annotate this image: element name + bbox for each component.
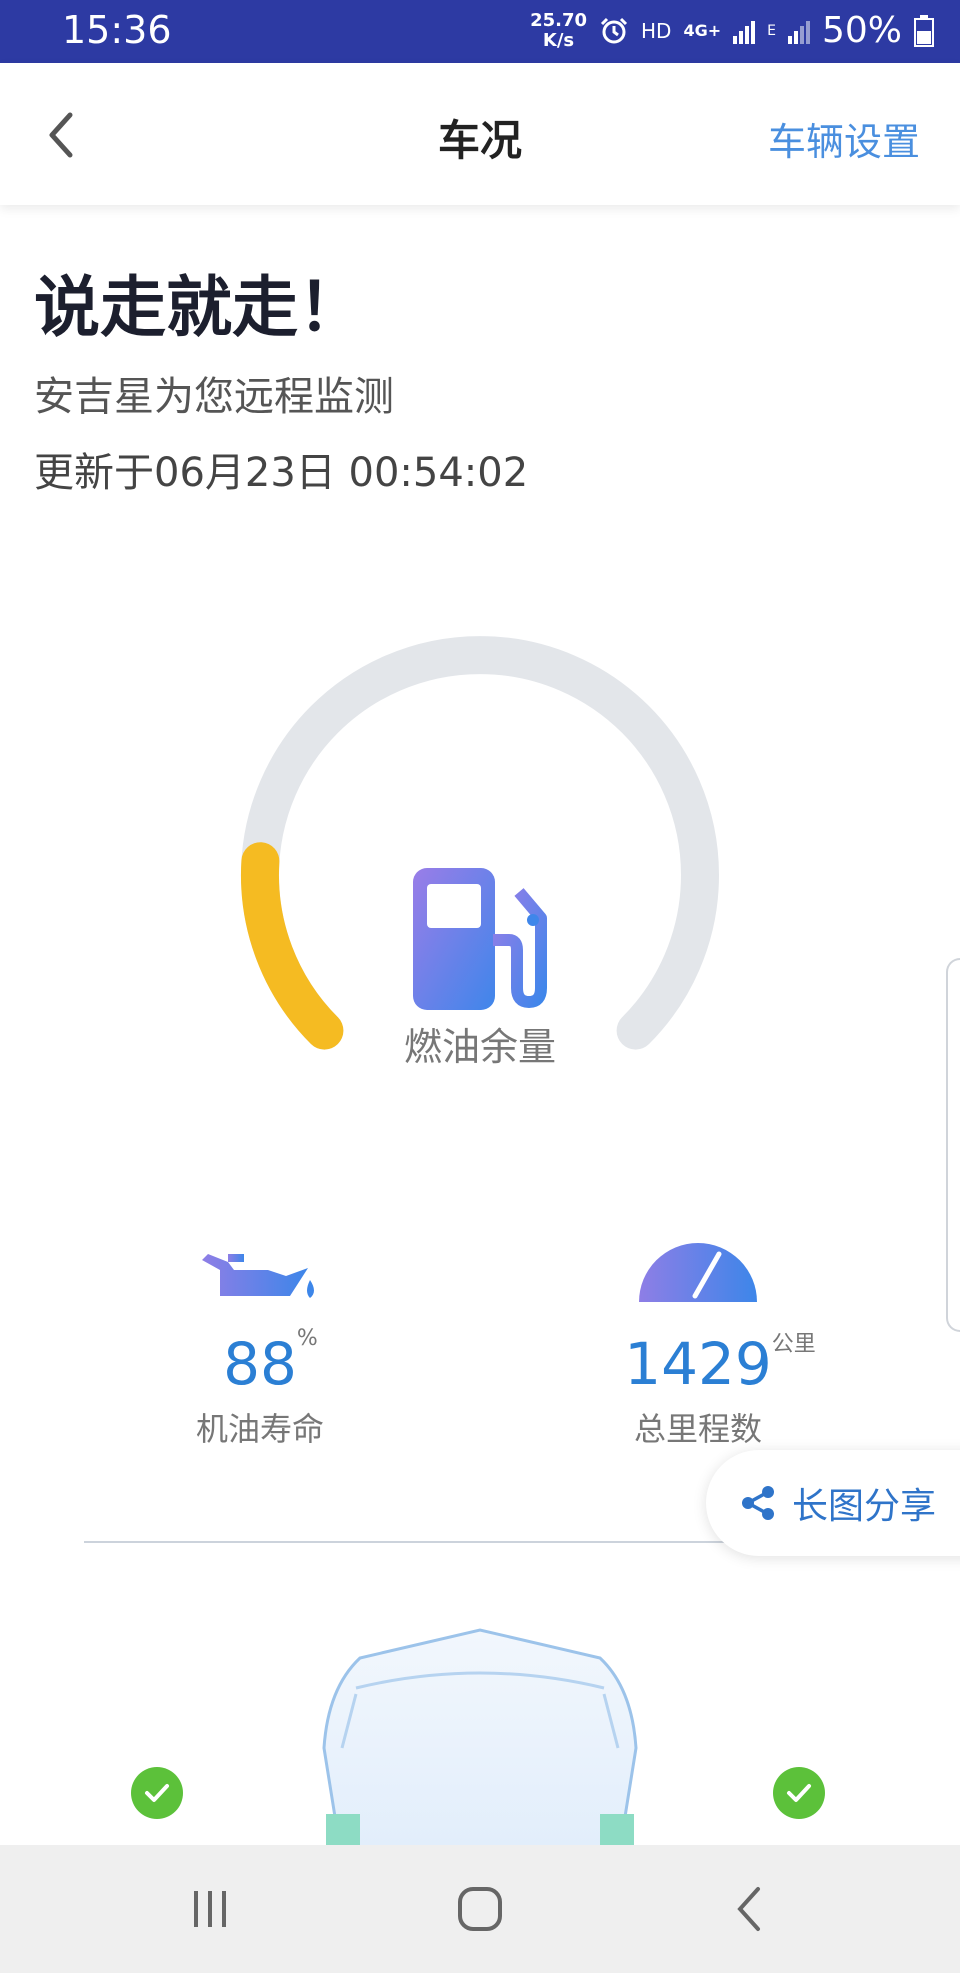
- recent-apps-button[interactable]: [150, 1845, 270, 1973]
- hero-subtitle: 安吉星为您远程监测: [34, 374, 394, 420]
- section-divider: [84, 1541, 744, 1543]
- app-bar: 车况 车辆设置: [0, 63, 960, 205]
- oil-life-unit: %: [296, 1326, 318, 1351]
- share-label: 长图分享: [792, 1486, 937, 1527]
- oil-life-label: 机油寿命: [195, 1410, 324, 1448]
- vehicle-settings-link[interactable]: 车辆设置: [768, 111, 920, 166]
- oil-life-value: 88: [223, 1330, 297, 1398]
- fuel-gauge-fill: [240, 842, 344, 1050]
- battery-icon: [914, 14, 934, 47]
- network-type: 4G+: [683, 21, 722, 40]
- hd-indicator: HD: [641, 18, 672, 43]
- mileage-unit: 公里: [771, 1332, 816, 1357]
- fuel-gauge: [240, 636, 719, 1050]
- side-panel-handle[interactable]: [946, 958, 960, 1332]
- home-icon: [458, 1887, 502, 1931]
- mileage-stat[interactable]: 1429 公里 总里程数: [598, 1236, 816, 1450]
- system-back-button[interactable]: [690, 1845, 810, 1973]
- tire-front-left-icon: [326, 1814, 360, 1848]
- battery-percent: 50%: [821, 10, 902, 51]
- fuel-pump-icon: [413, 868, 547, 1010]
- status-time: 15:36: [62, 8, 172, 52]
- mileage-value: 1429: [624, 1330, 772, 1398]
- tire-front-right-icon: [600, 1814, 634, 1848]
- network-speed-unit: K/s: [542, 29, 575, 51]
- mileage-label: 总里程数: [633, 1410, 762, 1448]
- recent-apps-icon: [194, 1891, 226, 1927]
- car-top-view: [322, 1628, 638, 1848]
- speedometer-icon: [639, 1243, 757, 1302]
- share-icon: [742, 1486, 774, 1520]
- signal-icon: [733, 18, 756, 44]
- status-icons: 25.70 K/s HD 4G+ E 50%: [530, 10, 934, 51]
- system-navigation-bar: [0, 1845, 960, 1973]
- network-speed-value: 25.70: [530, 9, 587, 31]
- status-bar: 15:36 25.70 K/s HD 4G+ E 50%: [0, 0, 960, 63]
- oil-life-stat[interactable]: 88 % 机油寿命: [160, 1246, 360, 1450]
- hero-title: 说走就走！: [34, 269, 364, 346]
- network-type-2: E: [767, 22, 776, 39]
- alarm-icon: [600, 17, 628, 43]
- back-arrow-icon: [737, 1887, 760, 1931]
- network-speed: 25.70 K/s: [530, 9, 587, 51]
- signal-2-icon: [787, 18, 810, 44]
- update-timestamp: 更新于06月23日 00:54:02: [34, 450, 529, 496]
- tire-front-right-ok-icon: [773, 1767, 825, 1819]
- fuel-gauge-label: 燃油余量: [403, 1025, 556, 1069]
- oil-can-icon: [202, 1254, 314, 1298]
- home-button[interactable]: [420, 1845, 540, 1973]
- long-image-share-button[interactable]: 长图分享: [706, 1450, 960, 1556]
- tire-front-left-ok-icon: [131, 1767, 183, 1819]
